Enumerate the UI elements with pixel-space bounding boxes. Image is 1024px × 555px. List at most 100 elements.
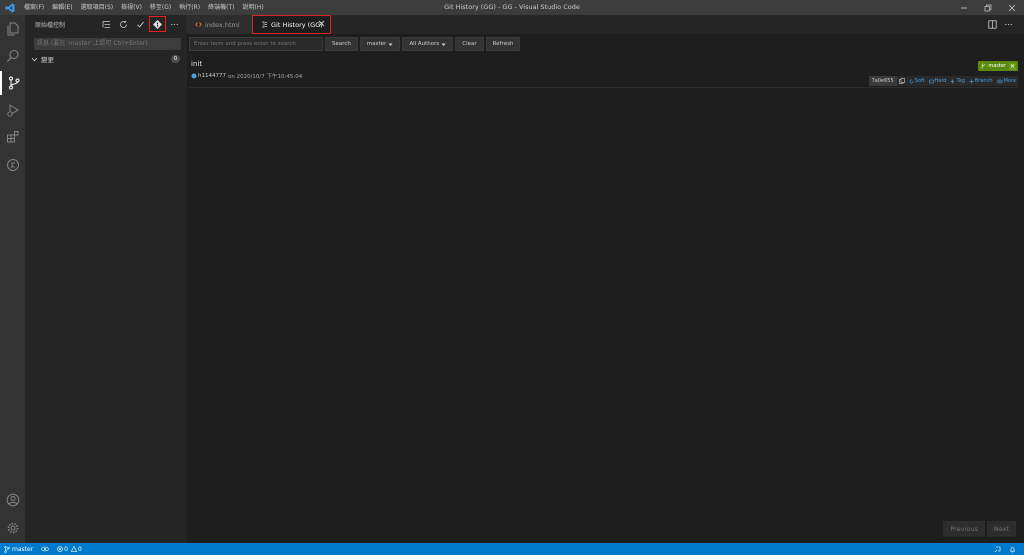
- explorer-icon: [7, 22, 18, 36]
- refresh-icon: [120, 20, 127, 28]
- extensions-icon: [6, 131, 18, 143]
- previous-page-button[interactable]: Previous: [943, 521, 985, 537]
- menu-terminal[interactable]: 終端機(T): [204, 0, 238, 15]
- warning-count: 0: [78, 545, 82, 553]
- commit-hash[interactable]: 7a0e655: [868, 76, 897, 86]
- status-problems[interactable]: 0 0: [53, 543, 86, 555]
- editor-more-actions-button[interactable]: [1000, 15, 1016, 34]
- remove-branch-icon[interactable]: ✕: [1008, 62, 1016, 70]
- branch-dropdown-label: master: [366, 41, 387, 47]
- menu-help[interactable]: 說明(H): [238, 0, 267, 15]
- restore-icon: [984, 4, 992, 11]
- restore-button[interactable]: [976, 0, 1000, 15]
- commit-entry[interactable]: init h1144777 on 2020/10/7 下午10:45:04 ma…: [189, 60, 1018, 88]
- view-git-history-button[interactable]: [149, 16, 166, 32]
- copy-icon: [898, 78, 905, 84]
- more-button[interactable]: More: [995, 78, 1018, 84]
- status-branch-label: master: [12, 545, 34, 553]
- minimize-button[interactable]: [952, 0, 976, 15]
- status-right: [990, 543, 1020, 555]
- git-history-view: Search master All Authors Clear Refresh …: [187, 34, 1024, 543]
- hard-reset-icon: [928, 79, 934, 83]
- search-input[interactable]: [189, 37, 323, 51]
- split-editor-button[interactable]: [984, 15, 1000, 34]
- refresh-history-button[interactable]: Refresh: [485, 37, 521, 51]
- source-control-icon: [8, 76, 19, 90]
- menu-selection[interactable]: 選取項目(S): [77, 0, 118, 15]
- commit-message-input[interactable]: [34, 38, 181, 50]
- authors-dropdown[interactable]: All Authors: [402, 37, 454, 51]
- git-graph-button[interactable]: [0, 153, 25, 177]
- settings-gear-icon: [7, 522, 18, 534]
- search-button[interactable]: Search: [325, 37, 358, 51]
- split-editor-icon: [987, 20, 997, 29]
- tag-label: Tag: [956, 78, 965, 84]
- feedback-button[interactable]: [990, 543, 1005, 555]
- branch-label: Branch: [974, 78, 993, 84]
- tab-index-html[interactable]: index.html: [187, 15, 252, 34]
- branch-dropdown[interactable]: master: [359, 37, 401, 51]
- notifications-button[interactable]: [1005, 543, 1020, 555]
- soft-reset-button[interactable]: Soft: [907, 78, 927, 84]
- account-button[interactable]: [0, 488, 25, 512]
- html-file-icon: [195, 22, 202, 27]
- menu-edit[interactable]: 編輯(E): [48, 0, 76, 15]
- status-branch[interactable]: master: [0, 543, 37, 555]
- status-sync[interactable]: [37, 543, 53, 555]
- changes-section-header[interactable]: 變更 0: [25, 53, 187, 65]
- refresh-button[interactable]: [115, 16, 132, 32]
- tab-close-button[interactable]: [318, 20, 325, 29]
- next-page-button[interactable]: Next: [986, 521, 1016, 537]
- menu-view[interactable]: 檢視(V): [117, 0, 146, 15]
- sidebar-header: 原始檔控制: [25, 15, 187, 33]
- clear-button[interactable]: Clear: [455, 37, 484, 51]
- check-icon: [137, 21, 144, 27]
- window-controls: [952, 0, 1024, 15]
- author-icon: [191, 73, 197, 79]
- git-history-icon: [262, 21, 267, 28]
- status-bar: master 0 0: [0, 543, 1024, 555]
- run-debug-button[interactable]: [0, 98, 25, 122]
- warning-icon: [71, 546, 77, 552]
- source-control-button[interactable]: [0, 71, 25, 95]
- caret-down-icon: [441, 43, 446, 46]
- plus-icon: [969, 79, 974, 83]
- search-button[interactable]: [0, 44, 25, 68]
- tab-label: Git History (GG): [271, 20, 323, 29]
- commit-author[interactable]: h1144777: [198, 73, 226, 79]
- commit-message: init: [191, 60, 203, 68]
- commit-button[interactable]: [132, 16, 149, 32]
- hard-reset-label: Hard: [934, 78, 947, 84]
- ellipsis-icon: [171, 23, 178, 25]
- tab-label: index.html: [205, 20, 240, 29]
- more-label: More: [1003, 78, 1016, 84]
- menu-go[interactable]: 移至(G): [146, 0, 175, 15]
- menu-run[interactable]: 執行(R): [175, 0, 204, 15]
- run-debug-icon: [6, 104, 19, 117]
- editor-actions: [984, 15, 1016, 34]
- bell-icon: [1009, 546, 1016, 552]
- plus-icon: [950, 79, 955, 83]
- branch-button[interactable]: Branch: [967, 78, 995, 84]
- tab-git-history[interactable]: Git History (GG): [252, 15, 331, 34]
- branch-badge[interactable]: master ✕: [978, 61, 1018, 71]
- close-window-button[interactable]: [1000, 0, 1024, 15]
- view-as-tree-button[interactable]: [98, 16, 115, 32]
- extensions-button[interactable]: [0, 125, 25, 149]
- manage-button[interactable]: [0, 516, 25, 540]
- tag-button[interactable]: Tag: [948, 78, 966, 84]
- explorer-button[interactable]: [0, 17, 25, 41]
- commit-actions: 7a0e655 Soft Hard Tag Branch More: [868, 76, 1018, 86]
- title-bar: 檔案(F) 編輯(E) 選取項目(S) 檢視(V) 移至(G) 執行(R) 終端…: [0, 0, 1024, 15]
- menu-file[interactable]: 檔案(F): [20, 0, 48, 15]
- copy-hash-button[interactable]: [897, 76, 907, 86]
- changes-label: 變更: [41, 56, 54, 64]
- git-history-toolbar: Search master All Authors Clear Refresh: [189, 37, 521, 51]
- more-actions-button[interactable]: [166, 16, 183, 32]
- activity-bar: [0, 15, 25, 543]
- eye-icon: [996, 79, 1003, 83]
- chevron-down-icon: [31, 57, 38, 61]
- list-tree-icon: [102, 20, 110, 28]
- hard-reset-button[interactable]: Hard: [927, 78, 949, 84]
- ellipsis-icon: [1004, 23, 1012, 26]
